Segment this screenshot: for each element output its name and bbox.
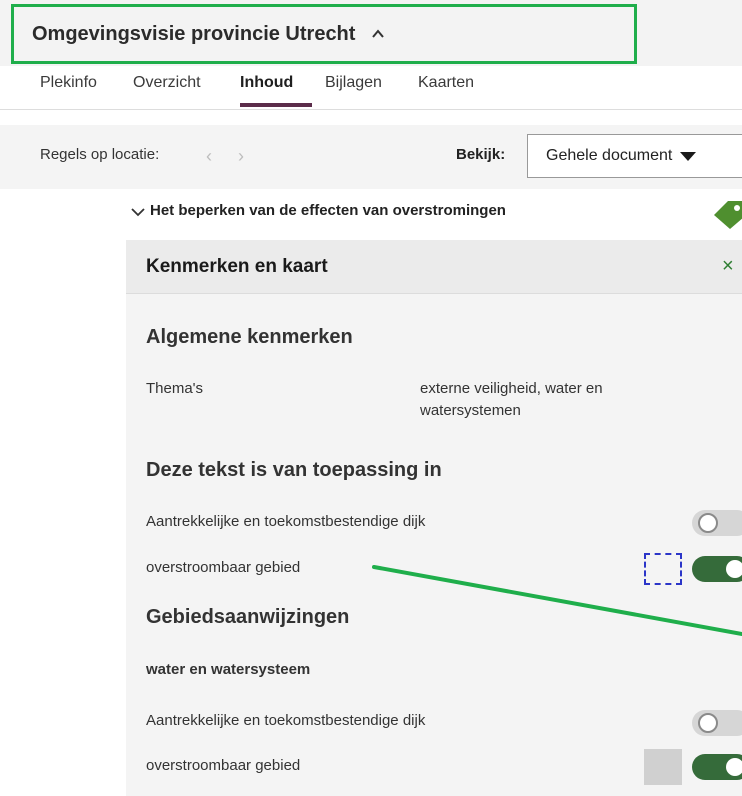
designation-group-label: water en watersysteem [146,661,311,678]
features-panel: Kenmerken en kaart × Algemene kenmerken … [126,240,742,796]
themes-value: externe veiligheid, water en watersystem… [420,380,603,419]
chevron-up-icon [372,29,385,38]
tag-icon[interactable] [712,199,742,229]
rules-location-label: Regels op locatie: [40,146,160,163]
location-rules-bar: Regels op locatie: ‹ › Bekijk: Gehele do… [0,125,742,189]
document-title-button[interactable]: Omgevingsvisie provincie Utrecht [11,4,637,64]
document-title-bar: Omgevingsvisie provincie Utrecht [0,0,742,66]
document-title: Omgevingsvisie provincie Utrecht [32,22,356,45]
view-select[interactable]: Gehele document [527,134,742,178]
next-arrow-icon[interactable]: › [238,146,244,167]
designation-item-label: Aantrekkelijke en toekomstbestendige dij… [146,712,426,729]
focus-outline-box[interactable] [644,553,682,585]
tab-overzicht[interactable]: Overzicht [133,74,201,92]
designation-item-label: overstroombaar gebied [146,757,301,774]
tab-bar: Plekinfo Overzicht Inhoud Bijlagen Kaart… [0,68,742,110]
designations-heading: Gebiedsaanwijzingen [146,606,350,628]
tab-inhoud[interactable]: Inhoud [240,74,293,92]
applicable-heading: Deze tekst is van toepassing in [146,459,442,481]
section-header[interactable]: Het beperken van de effecten van overstr… [126,197,742,231]
toggle-switch[interactable] [692,556,742,582]
previous-arrow-icon[interactable]: ‹ [206,146,212,167]
general-features-heading: Algemene kenmerken [146,326,353,348]
toggle-switch[interactable] [692,754,742,780]
toggle-knob [726,560,742,578]
view-label: Bekijk: [456,146,506,163]
tab-bijlagen[interactable]: Bijlagen [325,74,382,92]
color-swatch [644,749,682,785]
chevron-down-icon [131,208,145,217]
active-tab-indicator [240,103,312,107]
tab-plekinfo[interactable]: Plekinfo [40,74,97,92]
toggle-knob [698,513,718,533]
tab-kaarten[interactable]: Kaarten [418,74,474,92]
toggle-switch[interactable] [692,710,742,736]
toggle-switch[interactable] [692,510,742,536]
applicable-item-label: overstroombaar gebied [146,559,301,576]
close-icon[interactable]: × [722,255,734,278]
panel-header: Kenmerken en kaart × [126,240,742,294]
view-select-value: Gehele document [546,147,673,164]
section-title: Het beperken van de effecten van overstr… [150,202,506,219]
toggle-knob [726,758,742,776]
caret-down-icon [680,151,697,161]
applicable-item-label: Aantrekkelijke en toekomstbestendige dij… [146,513,426,530]
themes-label: Thema's [146,380,204,397]
panel-title: Kenmerken en kaart [146,256,328,277]
toggle-knob [698,713,718,733]
